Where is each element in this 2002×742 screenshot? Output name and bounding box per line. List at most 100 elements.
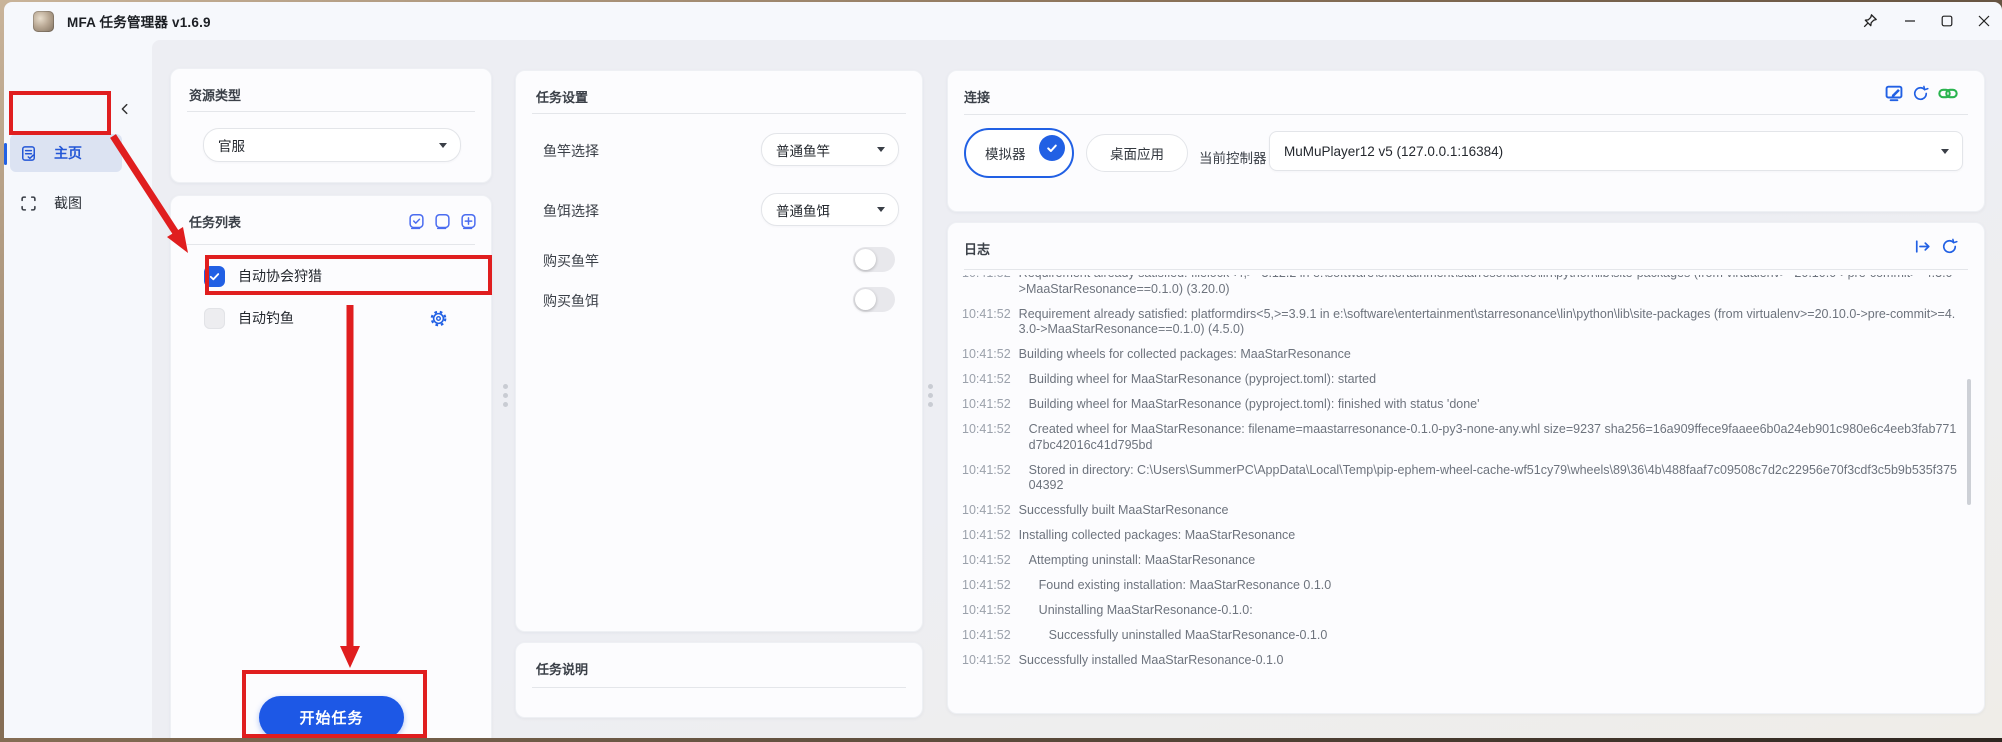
sidebar-item-label: 主页 (54, 143, 82, 163)
log-scrollbar-thumb[interactable] (1967, 379, 1971, 505)
mode-desktop-pill[interactable]: 桌面应用 (1086, 134, 1188, 172)
log-timestamp: 10:41:52 (962, 397, 1011, 413)
mode-emulator-pill[interactable]: 模拟器 (964, 128, 1074, 178)
log-panel: 日志 10:41:52Requirement already satisfied… (947, 222, 1985, 714)
divider (187, 244, 475, 245)
log-text: Successfully built MaaStarResonance (1019, 503, 1229, 519)
connection-panel: 连接 (947, 70, 1985, 212)
panel-title: 任务设置 (536, 87, 588, 106)
task-row[interactable]: 自动钓鱼 (187, 300, 477, 336)
divider (532, 113, 906, 114)
chevron-down-icon (877, 147, 885, 152)
log-timestamp: 10:41:52 (962, 553, 1011, 569)
mode-label: 模拟器 (985, 143, 1026, 163)
panel-splitter-handle[interactable] (928, 384, 933, 411)
log-entry: 10:41:52 Uninstalling MaaStarResonance-0.… (962, 603, 1960, 619)
task-settings-gear-icon[interactable] (430, 310, 447, 327)
log-text: Uninstalling MaaStarResonance-0.1.0: (1019, 603, 1253, 619)
buy-bait-toggle[interactable] (853, 287, 895, 312)
app-window: MFA 任务管理器 v1.6.9 (4, 2, 2002, 738)
log-entry: 10:41:52Attempting uninstall: MaaStarRes… (962, 553, 1960, 569)
refresh-log-icon[interactable] (1941, 238, 1958, 255)
panel-splitter-handle[interactable] (503, 384, 508, 411)
log-timestamp: 10:41:52 (962, 275, 1011, 297)
task-list-icon (20, 145, 37, 162)
main-content: 资源类型 官服 任务列表 (152, 40, 2002, 738)
close-icon[interactable] (1965, 2, 2002, 40)
log-timestamp: 10:41:52 (962, 372, 1011, 388)
minimize-icon[interactable] (1891, 2, 1928, 40)
add-task-icon[interactable] (460, 213, 477, 230)
controller-label: 当前控制器 (1199, 147, 1267, 167)
log-entry: 10:41:52Building wheel for MaaStarResona… (962, 372, 1960, 388)
buy-rod-toggle[interactable] (853, 247, 895, 272)
log-timestamp: 10:41:52 (962, 307, 1011, 338)
divider (964, 114, 1968, 115)
export-log-icon[interactable] (1914, 238, 1931, 255)
window-title: MFA 任务管理器 v1.6.9 (67, 11, 211, 31)
log-entry: 10:41:52Requirement already satisfied: f… (962, 275, 1960, 297)
rod-select[interactable]: 普通鱼竿 (761, 133, 899, 166)
divider (964, 269, 1968, 270)
log-text: Installing collected packages: MaaStarRe… (1019, 528, 1296, 544)
link-status-icon[interactable] (1938, 87, 1958, 100)
edit-connection-icon[interactable] (1885, 84, 1903, 102)
field-label: 购买鱼竿 (543, 251, 599, 271)
panel-title: 日志 (964, 239, 990, 258)
log-entry: 10:41:52 Requirement already satisfied: p… (962, 307, 1960, 338)
log-entry: 10:41:52Found existing installation: Maa… (962, 578, 1960, 594)
log-text: Found existing installation: MaaStarReso… (1019, 578, 1332, 594)
log-timestamp: 10:41:52 (962, 603, 1011, 619)
divider (532, 687, 906, 688)
log-timestamp: 10:41:52 (962, 422, 1011, 453)
log-entry: 10:41:52 Created wheel for MaaStarResonan… (962, 422, 1960, 453)
log-timestamp: 10:41:52 (962, 653, 1011, 669)
deselect-all-icon[interactable] (434, 213, 451, 230)
log-timestamp: 10:41:52 (962, 503, 1011, 519)
resource-type-panel: 资源类型 官服 (170, 68, 492, 183)
app-logo (33, 11, 54, 32)
panel-title: 连接 (964, 87, 990, 106)
title-bar: MFA 任务管理器 v1.6.9 (4, 2, 2002, 40)
controller-select[interactable]: MuMuPlayer12 v5 (127.0.0.1:16384) (1269, 131, 1963, 171)
collapse-sidebar-icon[interactable] (114, 98, 136, 120)
log-timestamp: 10:41:52 (962, 347, 1011, 363)
annotation-box-home (9, 91, 111, 135)
sidebar: 主页 截图 设置 (4, 40, 152, 738)
chevron-down-icon (439, 143, 447, 148)
annotation-box-task (205, 255, 492, 295)
active-page-indicator (4, 143, 7, 165)
resource-select[interactable]: 官服 (203, 128, 461, 162)
toggle-knob (855, 289, 876, 310)
resource-select-value: 官服 (218, 135, 245, 155)
panel-title: 资源类型 (189, 85, 241, 104)
log-entry: 10:41:52 Successfully installed MaaStarRe… (962, 653, 1960, 669)
field-label: 鱼竿选择 (543, 141, 599, 161)
log-text: Building wheels for collected packages: … (1019, 347, 1351, 363)
sidebar-item-home[interactable]: 主页 (10, 134, 122, 172)
refresh-connection-icon[interactable] (1912, 85, 1929, 102)
sidebar-item-screenshot[interactable]: 截图 (10, 184, 122, 222)
rod-select-value: 普通鱼竿 (776, 140, 830, 160)
log-timestamp: 10:41:52 (962, 463, 1011, 494)
log-scroll-area[interactable]: 10:41:52Requirement already satisfied: f… (962, 275, 1960, 703)
log-timestamp: 10:41:52 (962, 628, 1011, 644)
log-text: Requirement already satisfied: platformd… (1019, 307, 1960, 338)
log-text: Successfully installed MaaStarResonance-… (1019, 653, 1284, 669)
log-entry: 10:41:52 Successfully built MaaStarResona… (962, 503, 1960, 519)
maximize-icon[interactable] (1928, 2, 1965, 40)
log-text: Stored in directory: C:\Users\SummerPC\A… (1019, 463, 1960, 494)
log-entry: 10:41:52 Stored in directory: C:\Users\Su… (962, 463, 1960, 494)
field-label: 购买鱼饵 (543, 291, 599, 311)
log-timestamp: 10:41:52 (962, 528, 1011, 544)
pin-icon[interactable] (1851, 2, 1888, 40)
annotation-box-start-button (242, 670, 427, 738)
log-entry: 10:41:52 Installing collected packages: M… (962, 528, 1960, 544)
bait-select-value: 普通鱼饵 (776, 200, 830, 220)
checkbox-unchecked-icon[interactable] (204, 308, 225, 329)
select-all-icon[interactable] (408, 213, 425, 230)
log-entry: 10:41:52 Building wheels for collected pa… (962, 347, 1960, 363)
log-text: Created wheel for MaaStarResonance: file… (1019, 422, 1960, 453)
bait-select[interactable]: 普通鱼饵 (761, 193, 899, 226)
toggle-knob (855, 249, 876, 270)
